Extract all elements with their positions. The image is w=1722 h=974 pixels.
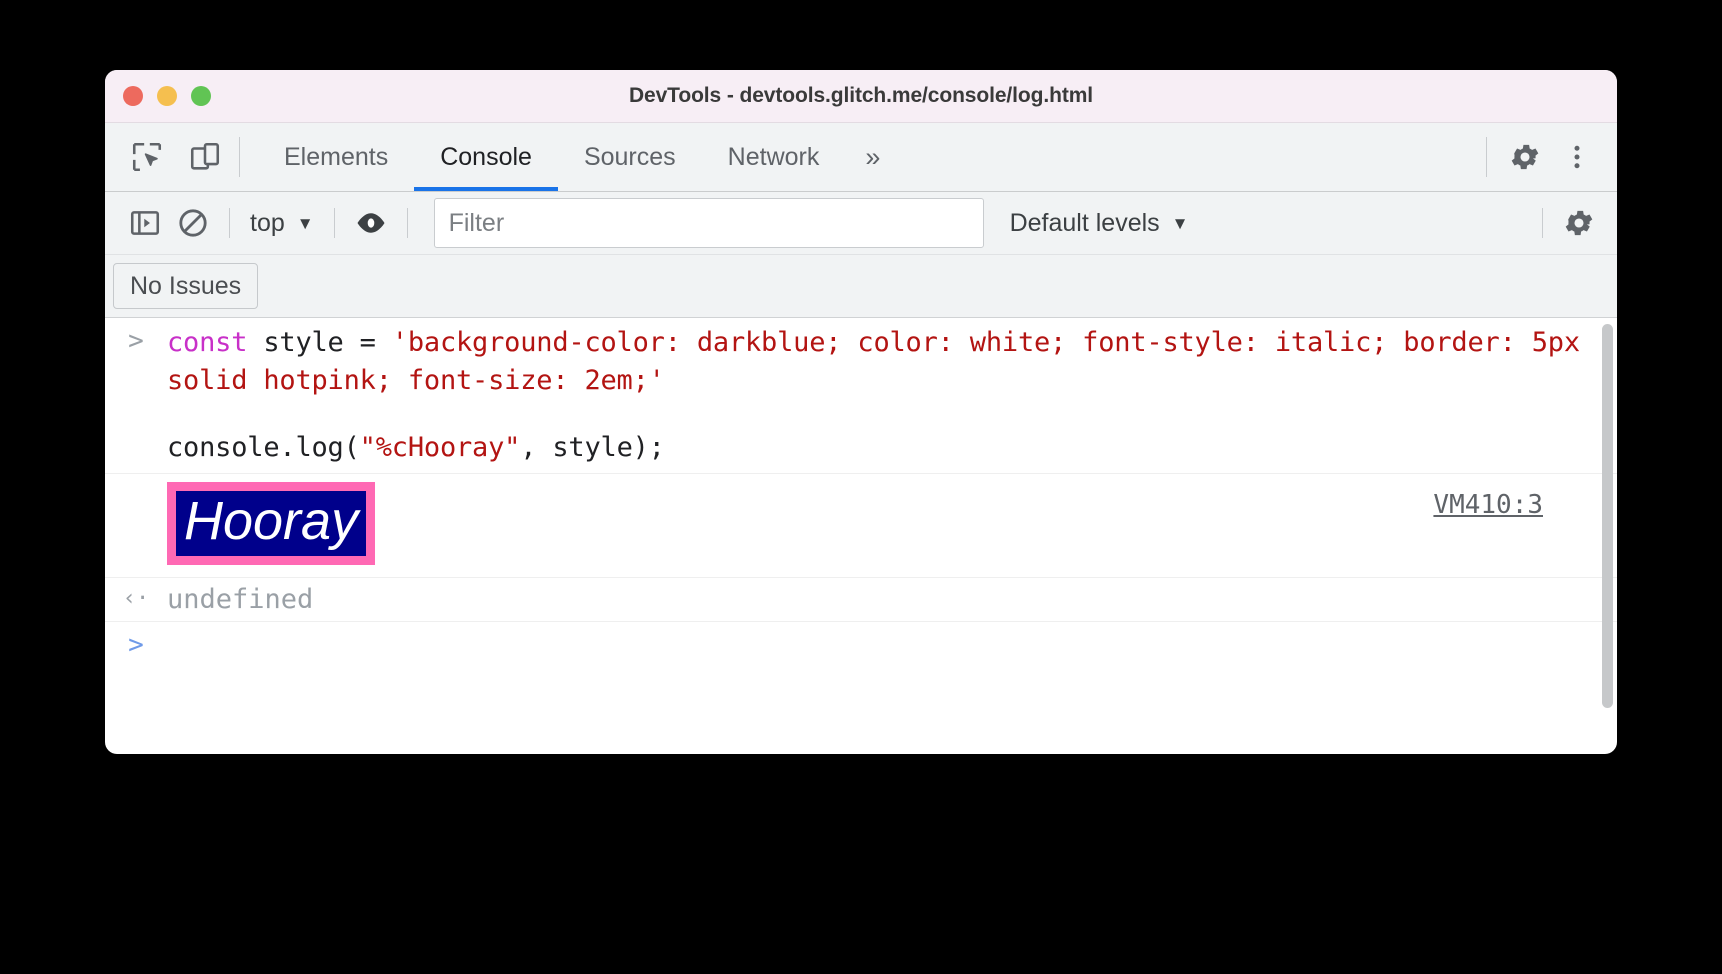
tab-network[interactable]: Network xyxy=(702,123,846,191)
console-styled-output-row: Hooray VM410:3 xyxy=(105,474,1617,578)
panel-tabs: Elements Console Sources Network » xyxy=(258,123,900,191)
console-settings-gear-icon[interactable] xyxy=(1555,200,1603,246)
toolbar-divider-3 xyxy=(406,208,408,238)
tabbar-divider xyxy=(239,137,240,177)
more-tabs-icon[interactable]: » xyxy=(845,123,900,191)
close-window-button[interactable] xyxy=(123,86,143,106)
tab-sources[interactable]: Sources xyxy=(558,123,702,191)
chevron-down-icon: ▼ xyxy=(1171,213,1189,233)
chevron-down-icon: ▼ xyxy=(296,213,314,233)
no-issues-label: No Issues xyxy=(130,271,242,300)
console-return-entry: ‹· undefined xyxy=(105,578,1617,622)
console-toolbar-right xyxy=(1530,200,1617,246)
window-titlebar: DevTools - devtools.glitch.me/console/lo… xyxy=(105,70,1617,123)
return-gutter: ‹· xyxy=(105,584,167,610)
console-input-code: const style = 'background-color: darkblu… xyxy=(167,324,1617,401)
tabbar-right-divider xyxy=(1486,137,1487,177)
code-token-keyword: const xyxy=(167,327,248,358)
tab-elements[interactable]: Elements xyxy=(258,123,414,191)
console-scrollbar[interactable] xyxy=(1602,324,1613,708)
prompt-gutter-empty xyxy=(105,429,167,433)
filter-input[interactable]: Filter xyxy=(433,198,984,248)
window-title: DevTools - devtools.glitch.me/console/lo… xyxy=(628,84,1094,107)
console-toolbar: top ▼ Filter Default levels ▼ xyxy=(105,192,1617,255)
maximize-window-button[interactable] xyxy=(191,86,211,106)
execution-context-label: top xyxy=(250,208,285,237)
gear-icon[interactable] xyxy=(1501,133,1549,181)
styled-log-output: Hooray xyxy=(167,481,376,565)
console-sidebar-toggle-icon[interactable] xyxy=(121,200,169,246)
log-levels-label: Default levels xyxy=(1009,208,1160,237)
tab-sources-label: Sources xyxy=(583,142,676,171)
toolbar-divider-4 xyxy=(1542,208,1543,238)
prompt-arrow-icon: > xyxy=(128,629,144,660)
console-log-code: console.log("%cHooray", style); xyxy=(167,429,695,467)
live-prompt-gutter: > xyxy=(105,628,167,658)
tab-console[interactable]: Console xyxy=(414,123,558,191)
toolbar-divider-2 xyxy=(333,208,335,238)
code-token-plain: console.log( xyxy=(167,431,360,463)
code-token-plain: , style); xyxy=(520,431,665,463)
console-prompt-row[interactable]: > xyxy=(105,622,1617,664)
return-arrow-icon: ‹· xyxy=(122,585,150,611)
toolbar-divider-1 xyxy=(229,208,230,238)
tab-elements-label: Elements xyxy=(284,142,389,171)
tab-network-label: Network xyxy=(727,142,820,171)
prompt-arrow-icon: > xyxy=(128,326,144,356)
devtools-window: DevTools - devtools.glitch.me/console/lo… xyxy=(105,70,1617,754)
code-token-string: "%cHooray" xyxy=(359,431,521,463)
tabbar-right-icons xyxy=(1476,123,1617,191)
filter-placeholder: Filter xyxy=(448,208,505,237)
traffic-lights xyxy=(123,86,211,106)
screen: DevTools - devtools.glitch.me/console/lo… xyxy=(0,0,1722,974)
console-output[interactable]: > const style = 'background-color: darkb… xyxy=(105,318,1617,733)
live-expression-eye-icon[interactable] xyxy=(347,200,395,246)
console-input-entry-line2[interactable]: console.log("%cHooray", style); xyxy=(105,423,1617,474)
minimize-window-button[interactable] xyxy=(157,86,177,106)
output-gutter xyxy=(105,482,167,486)
tabbar-left-icons xyxy=(105,123,229,191)
source-link[interactable]: VM410:3 xyxy=(1433,482,1543,520)
issues-bar: No Issues xyxy=(105,255,1617,318)
clear-console-icon[interactable] xyxy=(169,200,217,246)
return-value: undefined xyxy=(167,583,314,615)
console-input-entry[interactable]: > const style = 'background-color: darkb… xyxy=(105,318,1617,407)
execution-context-selector[interactable]: top ▼ xyxy=(242,209,322,238)
tab-console-label: Console xyxy=(440,142,532,171)
code-token-plain: style = xyxy=(247,327,392,358)
kebab-menu-icon[interactable] xyxy=(1553,133,1601,181)
prompt-gutter: > xyxy=(105,324,167,354)
devtools-tabbar: Elements Console Sources Network » xyxy=(105,123,1617,192)
device-toolbar-icon[interactable] xyxy=(181,133,229,181)
inspect-element-icon[interactable] xyxy=(123,133,171,181)
no-issues-button[interactable]: No Issues xyxy=(113,263,259,309)
more-tabs-label: » xyxy=(865,141,881,172)
log-levels-selector[interactable]: Default levels ▼ xyxy=(998,209,1201,238)
